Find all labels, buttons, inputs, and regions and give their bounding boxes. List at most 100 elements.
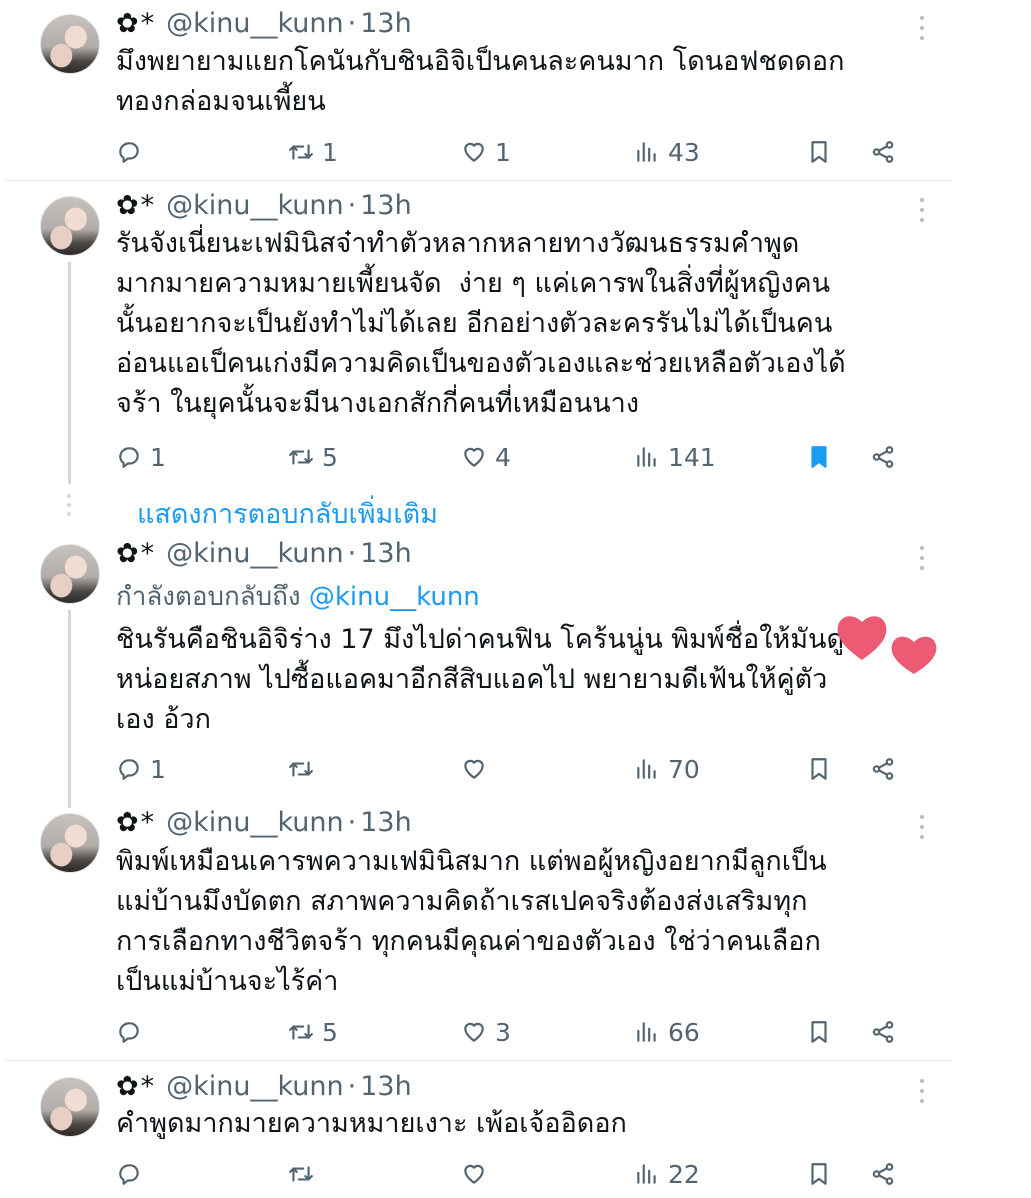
reply-icon xyxy=(119,759,139,780)
divider xyxy=(5,1060,952,1061)
retweet-button[interactable]: 5 xyxy=(288,439,338,475)
retweet-button[interactable] xyxy=(288,751,322,787)
tweet-header: ✿ * @kinu__kunn · 13h xyxy=(116,536,412,570)
share-icon xyxy=(872,141,894,163)
author-handle[interactable]: @kinu__kunn xyxy=(166,190,344,221)
more-icon[interactable] xyxy=(916,546,928,570)
views-button[interactable]: 22 xyxy=(634,1156,700,1192)
share-icon xyxy=(872,758,894,780)
tweet-text: พิมพ์เหมือนเคารพความเฟมินิสมาก แต่พอผู้ห… xyxy=(116,846,827,997)
author-handle[interactable]: @kinu__kunn xyxy=(166,8,344,39)
more-icon[interactable] xyxy=(916,198,928,222)
replying-to: กำลังตอบกลับถึง @kinu__kunn xyxy=(116,576,480,617)
display-name-star: * xyxy=(140,7,155,39)
reply-count: 1 xyxy=(150,754,166,784)
views-button[interactable]: 43 xyxy=(634,134,700,170)
avatar[interactable] xyxy=(40,1077,100,1137)
tweet-header: ✿ * @kinu__kunn · 13h xyxy=(116,805,412,839)
like-count: 3 xyxy=(495,1017,511,1047)
reply-button[interactable] xyxy=(116,134,150,170)
replying-label: กำลังตอบกลับถึง xyxy=(116,582,301,612)
like-button[interactable]: 4 xyxy=(461,439,511,475)
retweet-count: 5 xyxy=(322,1017,338,1047)
share-button[interactable] xyxy=(870,439,896,475)
tweet-actions: 1 70 xyxy=(116,751,906,787)
bookmark-button[interactable] xyxy=(806,1014,832,1050)
share-button[interactable] xyxy=(870,1014,896,1050)
heart-icon xyxy=(464,1022,484,1042)
author-handle[interactable]: @kinu__kunn xyxy=(166,807,344,838)
more-icon[interactable] xyxy=(916,16,928,40)
display-name-star: * xyxy=(140,189,155,221)
tweet-header: ✿ * @kinu__kunn · 13h xyxy=(116,1069,412,1103)
bookmark-button[interactable] xyxy=(806,1156,832,1192)
thread-line xyxy=(68,262,71,484)
author-handle[interactable]: @kinu__kunn xyxy=(166,1071,344,1102)
reply-button[interactable]: 1 xyxy=(116,439,166,475)
bookmark-button[interactable] xyxy=(806,134,832,170)
display-name-star: * xyxy=(140,537,155,569)
bookmark-icon xyxy=(811,758,827,780)
views-button[interactable]: 70 xyxy=(634,751,700,787)
views-icon xyxy=(637,759,656,779)
tweet-header: ✿ * @kinu__kunn · 13h xyxy=(116,188,412,222)
bookmark-icon xyxy=(811,141,827,163)
separator: · xyxy=(347,806,357,838)
share-button[interactable] xyxy=(870,1156,896,1192)
heart-icon xyxy=(464,447,484,467)
avatar[interactable] xyxy=(40,196,100,256)
author-handle[interactable]: @kinu__kunn xyxy=(166,538,344,569)
timestamp[interactable]: 13h xyxy=(360,538,411,569)
retweet-icon xyxy=(289,1166,313,1182)
tweet-actions: 22 xyxy=(116,1156,906,1192)
flower-icon: ✿ xyxy=(116,189,139,221)
views-icon xyxy=(637,142,656,162)
avatar[interactable] xyxy=(40,14,100,74)
reply-button[interactable] xyxy=(116,1156,150,1192)
tweet-header: ✿ * @kinu__kunn · 13h xyxy=(116,6,412,40)
views-button[interactable]: 141 xyxy=(634,439,716,475)
separator: · xyxy=(347,189,357,221)
view-count: 43 xyxy=(668,137,700,167)
like-button[interactable] xyxy=(461,751,495,787)
like-button[interactable] xyxy=(461,1156,495,1192)
avatar[interactable] xyxy=(40,813,100,873)
avatar[interactable] xyxy=(40,544,100,604)
flower-icon: ✿ xyxy=(116,1070,139,1102)
timestamp[interactable]: 13h xyxy=(360,8,411,39)
more-icon[interactable] xyxy=(916,815,928,839)
timestamp[interactable]: 13h xyxy=(360,190,411,221)
separator: · xyxy=(347,537,357,569)
show-more-replies-link[interactable]: แสดงการตอบกลับเพิ่มเติม xyxy=(137,492,438,535)
like-button[interactable]: 3 xyxy=(461,1014,511,1050)
timestamp[interactable]: 13h xyxy=(360,1071,411,1102)
bookmark-button[interactable] xyxy=(806,751,832,787)
reply-icon xyxy=(119,1164,139,1185)
reply-button[interactable]: 1 xyxy=(116,751,166,787)
display-name-star: * xyxy=(140,1070,155,1102)
more-icon[interactable] xyxy=(916,1079,928,1103)
share-button[interactable] xyxy=(870,751,896,787)
view-count: 66 xyxy=(668,1017,700,1047)
reply-mention-link[interactable]: @kinu__kunn xyxy=(309,582,480,612)
reply-button[interactable] xyxy=(116,1014,150,1050)
reply-icon xyxy=(119,447,139,468)
retweet-button[interactable] xyxy=(288,1156,322,1192)
retweet-button[interactable]: 5 xyxy=(288,1014,338,1050)
flower-icon: ✿ xyxy=(116,7,139,39)
tweet-text: ชินรันคือชินอิจิร่าง 17 มึงไปด่าคนฟิน โค… xyxy=(116,624,844,735)
reply-icon xyxy=(119,142,139,163)
reply-count: 1 xyxy=(150,442,166,472)
retweet-button[interactable]: 1 xyxy=(288,134,338,170)
bookmark-button[interactable] xyxy=(806,439,832,475)
timestamp[interactable]: 13h xyxy=(360,807,411,838)
tweet-actions: 1 1 43 xyxy=(116,134,906,170)
share-button[interactable] xyxy=(870,134,896,170)
views-button[interactable]: 66 xyxy=(634,1014,700,1050)
separator: · xyxy=(347,1070,357,1102)
display-name-star: * xyxy=(140,806,155,838)
tweet-text: มึงพยายามแยกโคนันกับชินอิจิเป็นคนละคนมาก… xyxy=(116,46,845,117)
views-icon xyxy=(637,1164,656,1184)
like-button[interactable]: 1 xyxy=(461,134,511,170)
view-count: 22 xyxy=(668,1159,700,1189)
